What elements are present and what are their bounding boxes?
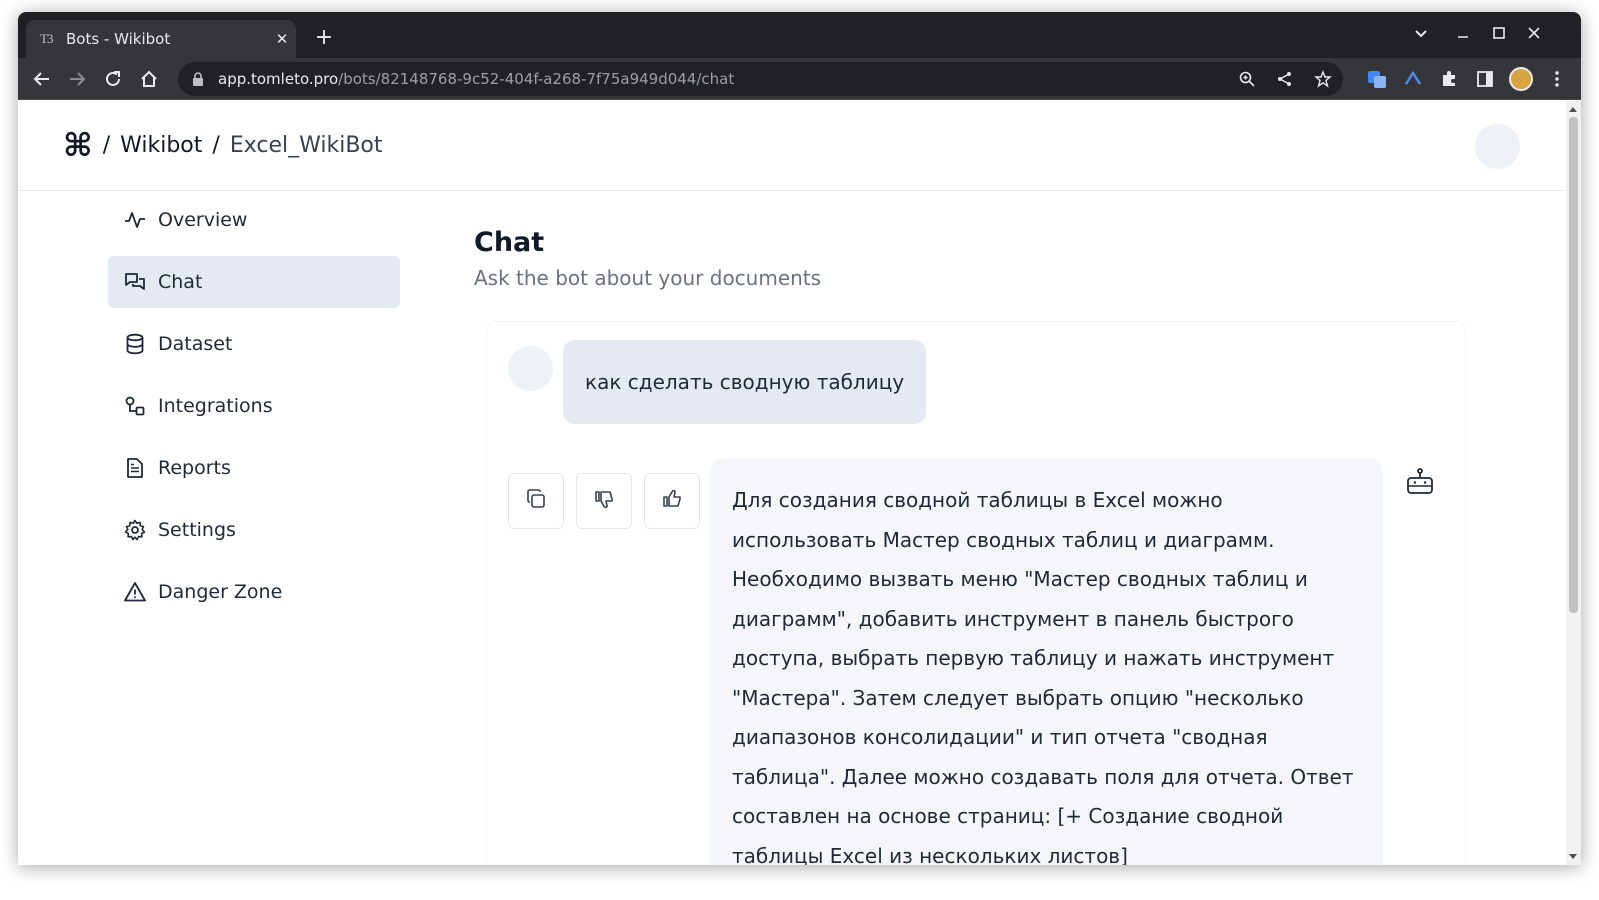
- sidebar-item-overview[interactable]: Overview: [108, 194, 400, 246]
- scroll-down-arrow-icon[interactable]: [1569, 854, 1577, 859]
- integrations-icon: [124, 395, 146, 417]
- forward-icon[interactable]: [61, 63, 93, 95]
- copy-button[interactable]: [508, 473, 564, 529]
- sidebar-item-settings[interactable]: Settings: [108, 504, 400, 556]
- user-message: как сделать сводную таблицу: [563, 340, 927, 424]
- sidebar: Overview Chat Dataset Integrations Repor…: [108, 194, 400, 628]
- reload-icon[interactable]: [97, 63, 129, 95]
- activity-icon: [124, 209, 146, 231]
- user-message-avatar: [508, 346, 553, 391]
- breadcrumb: ⌘ / Wikibot / Excel_WikiBot: [63, 129, 383, 161]
- thumbs-up-icon: [661, 488, 683, 514]
- sidebar-item-label: Danger Zone: [158, 581, 283, 603]
- warning-icon: [124, 581, 146, 603]
- sidebar-item-label: Integrations: [158, 395, 273, 417]
- tab-strip: T3 Bots - Wikibot ✕ +: [18, 12, 1581, 58]
- scroll-up-arrow-icon[interactable]: [1569, 107, 1577, 112]
- sidebar-item-reports[interactable]: Reports: [108, 442, 400, 494]
- bookmark-star-icon[interactable]: [1311, 67, 1335, 91]
- maximize-icon[interactable]: [1484, 22, 1514, 48]
- database-icon: [124, 333, 146, 355]
- thumbs-down-button[interactable]: [576, 473, 632, 529]
- sidebar-item-chat[interactable]: Chat: [108, 256, 400, 308]
- back-icon[interactable]: [26, 63, 58, 95]
- new-tab-button[interactable]: +: [310, 24, 338, 52]
- gear-icon: [124, 519, 146, 541]
- bot-message: Для создания сводной таблицы в Excel мож…: [710, 459, 1383, 865]
- sidebar-item-danger-zone[interactable]: Danger Zone: [108, 566, 400, 618]
- copy-icon: [525, 488, 547, 514]
- page-scrollbar[interactable]: [1566, 101, 1581, 865]
- close-window-icon[interactable]: [1519, 22, 1549, 48]
- zoom-icon[interactable]: [1235, 67, 1259, 91]
- breadcrumb-wikibot[interactable]: Wikibot: [120, 133, 202, 158]
- sidebar-item-integrations[interactable]: Integrations: [108, 380, 400, 432]
- thumbs-down-icon: [593, 488, 615, 514]
- extensions-puzzle-icon[interactable]: [1437, 67, 1461, 91]
- page-subtitle: Ask the bot about your documents: [474, 266, 822, 290]
- share-icon[interactable]: [1273, 67, 1297, 91]
- sh-extension-icon[interactable]: [1401, 67, 1425, 91]
- lock-icon[interactable]: [192, 72, 208, 86]
- browser-toolbar: app.tomleto.pro/bots/82148768-9c52-404f-…: [18, 58, 1581, 100]
- tab-search-chevron-icon[interactable]: [1406, 22, 1436, 48]
- profile-avatar-icon[interactable]: [1509, 67, 1533, 91]
- address-bar[interactable]: app.tomleto.pro/bots/82148768-9c52-404f-…: [178, 62, 1343, 96]
- browser-menu-icon[interactable]: [1545, 67, 1569, 91]
- close-tab-icon[interactable]: ✕: [268, 30, 296, 48]
- message-actions: [508, 473, 700, 529]
- bot-avatar-icon: [1397, 459, 1443, 505]
- breadcrumb-bot-name[interactable]: Excel_WikiBot: [230, 133, 383, 158]
- breadcrumb-separator: /: [102, 132, 111, 158]
- app-header: ⌘ / Wikibot / Excel_WikiBot: [18, 101, 1566, 191]
- minimize-icon[interactable]: [1448, 22, 1478, 48]
- sidebar-item-label: Overview: [158, 209, 248, 231]
- command-logo-icon[interactable]: ⌘: [63, 129, 93, 161]
- sidebar-item-dataset[interactable]: Dataset: [108, 318, 400, 370]
- sidebar-item-label: Dataset: [158, 333, 233, 355]
- side-panel-icon[interactable]: [1473, 67, 1497, 91]
- home-icon[interactable]: [133, 63, 165, 95]
- translate-extension-icon[interactable]: [1365, 67, 1389, 91]
- sidebar-item-label: Chat: [158, 271, 203, 293]
- main-heading: Chat Ask the bot about your documents: [474, 227, 821, 290]
- web-page: ⌘ / Wikibot / Excel_WikiBot Overview Cha…: [18, 101, 1566, 865]
- user-avatar[interactable]: [1475, 124, 1520, 169]
- breadcrumb-separator: /: [212, 132, 220, 158]
- thumbs-up-button[interactable]: [644, 473, 700, 529]
- sidebar-item-label: Settings: [158, 519, 236, 541]
- url-text[interactable]: app.tomleto.pro/bots/82148768-9c52-404f-…: [218, 70, 734, 88]
- browser-tab[interactable]: T3 Bots - Wikibot ✕: [26, 20, 296, 58]
- chat-icon: [124, 271, 146, 293]
- page-title: Chat: [474, 227, 545, 258]
- scrollbar-thumb[interactable]: [1569, 117, 1578, 613]
- tab-title: Bots - Wikibot: [66, 30, 171, 48]
- report-icon: [124, 457, 146, 479]
- sidebar-item-label: Reports: [158, 457, 231, 479]
- browser-window: T3 Bots - Wikibot ✕ + app.tomleto.pro/bo…: [18, 12, 1581, 865]
- favicon-icon: T3: [40, 31, 53, 46]
